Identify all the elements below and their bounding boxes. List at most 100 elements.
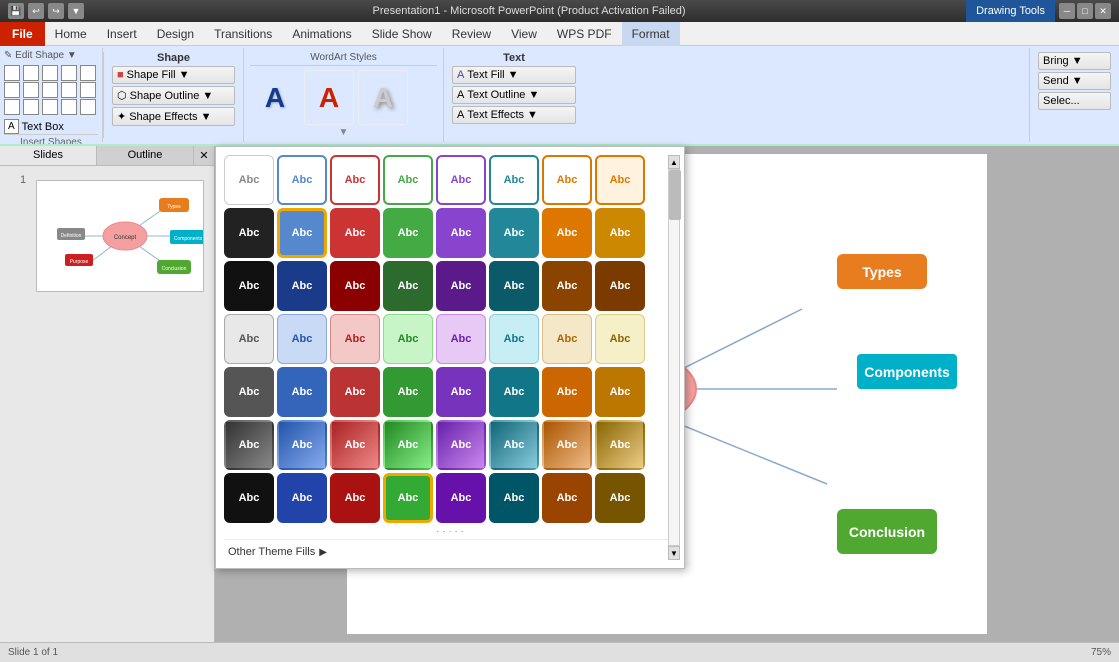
style-cell-5-7[interactable]: Abc xyxy=(542,367,592,417)
style-cell-7-1[interactable]: Abc xyxy=(224,473,274,523)
style-cell-5-1[interactable]: Abc xyxy=(224,367,274,417)
format-menu[interactable]: Format xyxy=(622,22,680,46)
style-cell-2-4[interactable]: Abc xyxy=(383,208,433,258)
shape-btn-12[interactable] xyxy=(23,99,39,115)
shape-outline-btn[interactable]: ⬡ Shape Outline ▼ xyxy=(112,86,235,105)
style-cell-7-5[interactable]: Abc xyxy=(436,473,486,523)
text-fill-btn[interactable]: A Text Fill ▼ xyxy=(452,66,576,84)
wordart-sample-3[interactable]: A xyxy=(358,70,408,125)
style-cell-3-5[interactable]: Abc xyxy=(436,261,486,311)
style-cell-7-4[interactable]: Abc xyxy=(383,473,433,523)
style-cell-6-3[interactable]: Abc xyxy=(330,420,380,470)
style-cell-7-7[interactable]: Abc xyxy=(542,473,592,523)
shape-btn-4[interactable] xyxy=(61,65,77,81)
style-cell-2-1[interactable]: Abc xyxy=(224,208,274,258)
style-cell-5-5[interactable]: Abc xyxy=(436,367,486,417)
style-cell-4-2[interactable]: Abc xyxy=(277,314,327,364)
shape-btn-15[interactable] xyxy=(80,99,96,115)
style-cell-7-2[interactable]: Abc xyxy=(277,473,327,523)
shape-btn-2[interactable] xyxy=(23,65,39,81)
outline-tab[interactable]: Outline xyxy=(97,146,194,165)
sidebar-close-btn[interactable]: ✕ xyxy=(194,146,214,165)
wordart-sample-1[interactable]: A xyxy=(250,70,300,125)
view-menu[interactable]: View xyxy=(501,22,547,46)
style-cell-1-3[interactable]: Abc xyxy=(330,155,380,205)
style-cell-5-3[interactable]: Abc xyxy=(330,367,380,417)
scroll-up-btn[interactable]: ▲ xyxy=(668,155,680,169)
style-cell-4-6[interactable]: Abc xyxy=(489,314,539,364)
close-btn[interactable]: ✕ xyxy=(1095,3,1111,19)
style-cell-2-3[interactable]: Abc xyxy=(330,208,380,258)
bring-forward-btn[interactable]: Bring ▼ xyxy=(1038,52,1111,70)
style-cell-2-8[interactable]: Abc xyxy=(595,208,645,258)
shape-btn-3[interactable] xyxy=(42,65,58,81)
style-cell-6-6[interactable]: Abc xyxy=(489,420,539,470)
style-cell-3-3[interactable]: Abc xyxy=(330,261,380,311)
style-cell-2-7[interactable]: Abc xyxy=(542,208,592,258)
minimize-btn[interactable]: ─ xyxy=(1059,3,1075,19)
insert-menu[interactable]: Insert xyxy=(97,22,147,46)
style-cell-5-8[interactable]: Abc xyxy=(595,367,645,417)
text-effects-btn[interactable]: A Text Effects ▼ xyxy=(452,106,576,124)
transitions-menu[interactable]: Transitions xyxy=(204,22,282,46)
home-menu[interactable]: Home xyxy=(45,22,97,46)
style-cell-4-1[interactable]: Abc xyxy=(224,314,274,364)
scroll-thumb[interactable] xyxy=(669,170,681,220)
shape-btn-11[interactable] xyxy=(4,99,20,115)
shape-btn-5[interactable] xyxy=(80,65,96,81)
style-cell-1-8[interactable]: Abc xyxy=(595,155,645,205)
style-cell-1-7[interactable]: Abc xyxy=(542,155,592,205)
shape-btn-14[interactable] xyxy=(61,99,77,115)
style-cell-3-7[interactable]: Abc xyxy=(542,261,592,311)
style-cell-6-5[interactable]: Abc xyxy=(436,420,486,470)
style-cell-1-5[interactable]: Abc xyxy=(436,155,486,205)
style-cell-3-2[interactable]: Abc xyxy=(277,261,327,311)
text-outline-btn[interactable]: A Text Outline ▼ xyxy=(452,86,576,104)
style-cell-5-6[interactable]: Abc xyxy=(489,367,539,417)
select-pane-btn[interactable]: Selec... xyxy=(1038,92,1111,110)
shape-fill-btn[interactable]: ■ Shape Fill ▼ xyxy=(112,66,235,84)
style-cell-2-2[interactable]: Abc xyxy=(277,208,327,258)
maximize-btn[interactable]: □ xyxy=(1077,3,1093,19)
style-cell-3-4[interactable]: Abc xyxy=(383,261,433,311)
style-cell-1-2[interactable]: Abc xyxy=(277,155,327,205)
style-cell-4-5[interactable]: Abc xyxy=(436,314,486,364)
style-cell-3-1[interactable]: Abc xyxy=(224,261,274,311)
shape-btn-6[interactable] xyxy=(4,82,20,98)
style-cell-2-6[interactable]: Abc xyxy=(489,208,539,258)
style-cell-6-2[interactable]: Abc xyxy=(277,420,327,470)
other-theme-fills-btn[interactable]: Other Theme Fills ▶ xyxy=(224,544,331,560)
style-cell-7-3[interactable]: Abc xyxy=(330,473,380,523)
wordart-sample-2[interactable]: A xyxy=(304,70,354,125)
style-cell-6-1[interactable]: Abc xyxy=(224,420,274,470)
shape-btn-9[interactable] xyxy=(61,82,77,98)
style-cell-6-8[interactable]: Abc xyxy=(595,420,645,470)
shape-effects-btn[interactable]: ✦ Shape Effects ▼ xyxy=(112,107,235,126)
shape-btn-8[interactable] xyxy=(42,82,58,98)
style-cell-1-4[interactable]: Abc xyxy=(383,155,433,205)
style-cell-1-1[interactable]: Abc xyxy=(224,155,274,205)
review-menu[interactable]: Review xyxy=(442,22,501,46)
file-menu[interactable]: File xyxy=(0,22,45,46)
components-node[interactable]: Components xyxy=(857,354,957,389)
redo-icon[interactable]: ↪ xyxy=(48,3,64,19)
textbox-btn[interactable]: A Text Box xyxy=(4,119,98,134)
shape-btn-7[interactable] xyxy=(23,82,39,98)
undo-icon[interactable]: ↩ xyxy=(28,3,44,19)
style-cell-4-4[interactable]: Abc xyxy=(383,314,433,364)
dropdown-scrollbar[interactable]: ▲ ▼ xyxy=(668,155,680,560)
quick-access-icon[interactable]: 💾 xyxy=(8,3,24,19)
edit-shape-btn[interactable]: ✎ Edit Shape ▼ xyxy=(4,50,98,61)
design-menu[interactable]: Design xyxy=(147,22,204,46)
shape-btn-13[interactable] xyxy=(42,99,58,115)
style-cell-4-3[interactable]: Abc xyxy=(330,314,380,364)
animations-menu[interactable]: Animations xyxy=(282,22,361,46)
style-cell-3-8[interactable]: Abc xyxy=(595,261,645,311)
scroll-down-btn[interactable]: ▼ xyxy=(668,546,680,560)
types-node[interactable]: Types xyxy=(837,254,927,289)
send-backward-btn[interactable]: Send ▼ xyxy=(1038,72,1111,90)
style-cell-6-7[interactable]: Abc xyxy=(542,420,592,470)
style-cell-3-6[interactable]: Abc xyxy=(489,261,539,311)
shape-btn-10[interactable] xyxy=(80,82,96,98)
style-cell-1-6[interactable]: Abc xyxy=(489,155,539,205)
